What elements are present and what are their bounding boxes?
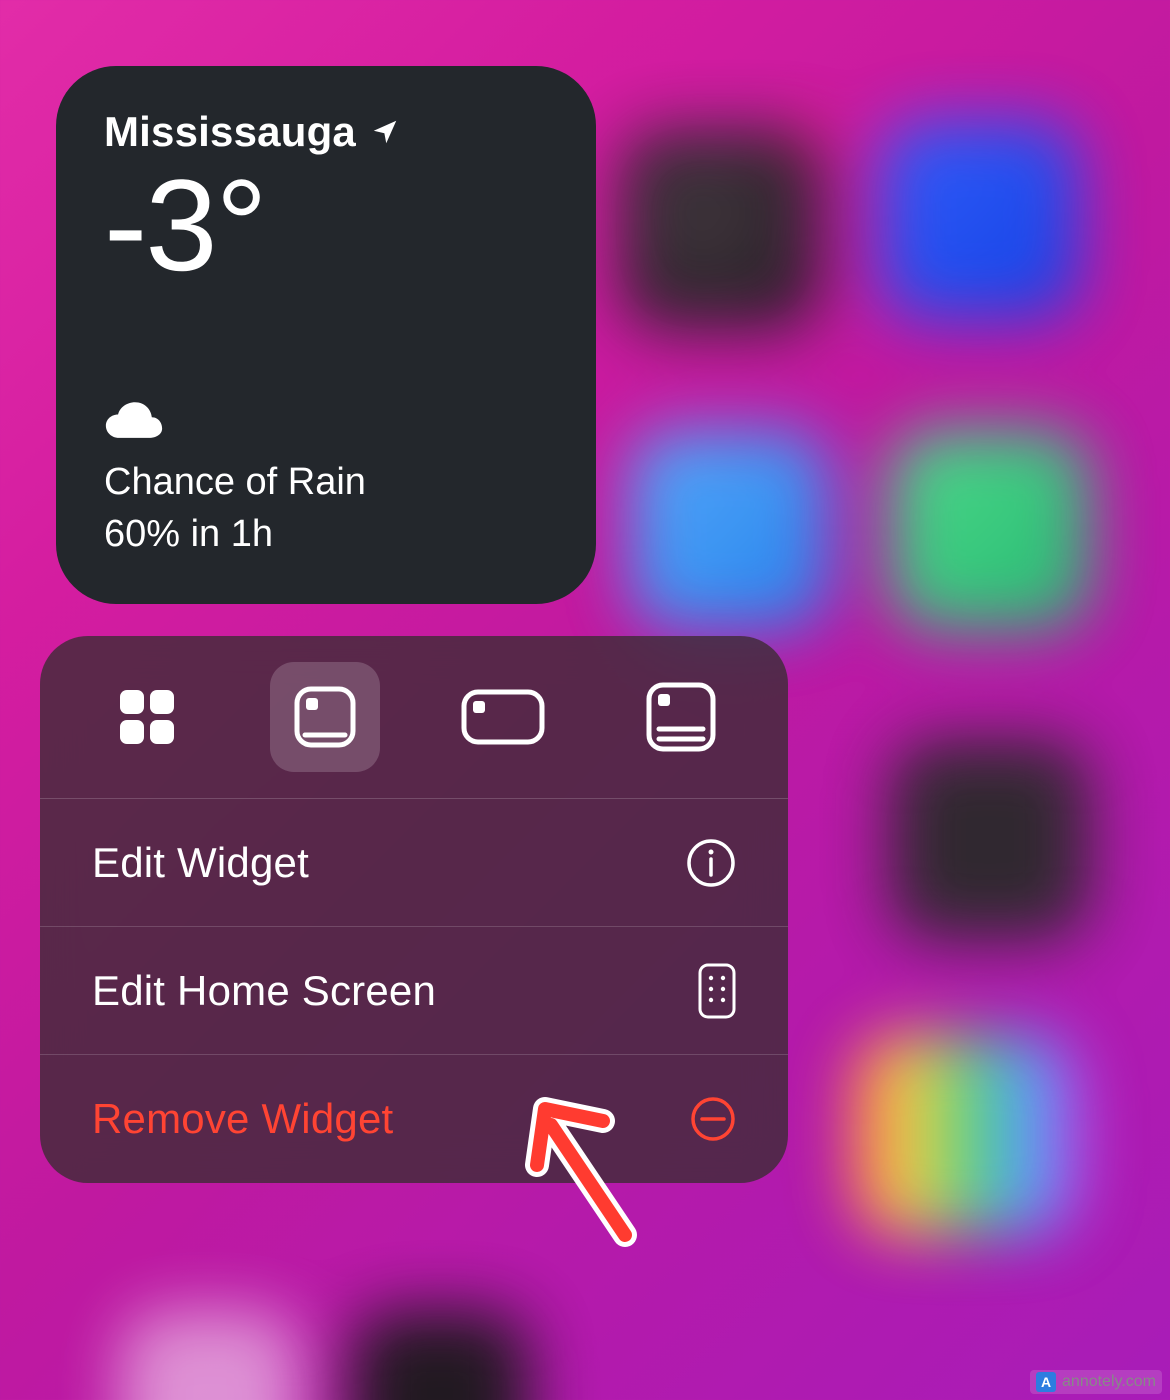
weather-condition-label: Chance of Rain [104, 457, 548, 508]
widget-context-menu: Edit Widget Edit Home Screen Remove Widg [40, 636, 788, 1183]
blurred-app-icon [890, 740, 1090, 940]
annotely-watermark: A annotely.com [1030, 1370, 1162, 1394]
widget-size-picker [40, 636, 788, 799]
weather-temperature: -3° [104, 160, 548, 290]
remove-widget-menu-item[interactable]: Remove Widget [40, 1055, 788, 1183]
apps-grid-icon [698, 963, 736, 1019]
minus-circle-icon [690, 1096, 736, 1142]
blurred-app-icon [890, 430, 1090, 630]
annotely-badge-icon: A [1036, 1372, 1056, 1392]
menu-item-label: Edit Widget [92, 839, 309, 887]
blurred-app-icon [120, 1310, 300, 1400]
blurred-app-icon [850, 1035, 1080, 1235]
cloud-icon [104, 400, 548, 447]
weather-location: Mississauga [104, 108, 356, 156]
weather-probability: 60% in 1h [104, 509, 548, 560]
edit-home-screen-menu-item[interactable]: Edit Home Screen [40, 927, 788, 1055]
menu-item-label: Edit Home Screen [92, 967, 436, 1015]
blurred-app-icon [620, 130, 820, 330]
blurred-app-icon [350, 1310, 530, 1400]
blurred-app-icon [630, 430, 830, 630]
location-arrow-icon [370, 117, 400, 147]
watermark-text: annotely.com [1062, 1373, 1156, 1391]
blurred-app-icon [880, 120, 1080, 320]
weather-widget[interactable]: Mississauga -3° Chance of Rain 60% in 1h [56, 66, 596, 604]
widget-size-wide-button[interactable] [448, 662, 558, 772]
menu-item-label: Remove Widget [92, 1095, 393, 1143]
widget-size-large-button[interactable] [626, 662, 736, 772]
widget-size-medium-button[interactable] [270, 662, 380, 772]
widget-size-small-button[interactable] [92, 662, 202, 772]
edit-widget-menu-item[interactable]: Edit Widget [40, 799, 788, 927]
notification-badge [795, 125, 815, 145]
info-circle-icon [686, 838, 736, 888]
